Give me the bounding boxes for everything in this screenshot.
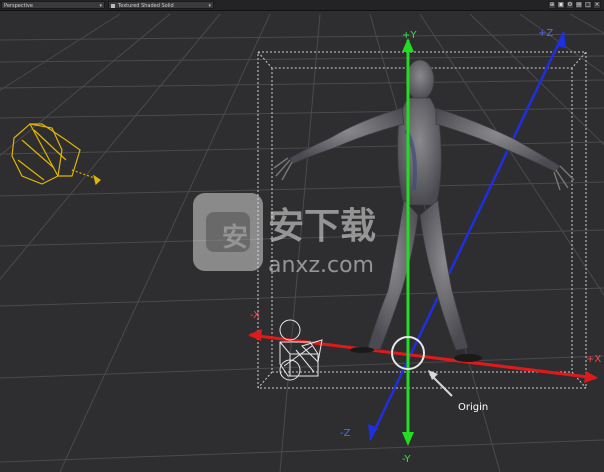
axis-label-neg-x: -X <box>250 310 260 321</box>
expand-icon[interactable]: ▤ <box>575 1 583 9</box>
watermark-logo-glyph: 安 <box>222 223 248 253</box>
scene-canvas[interactable]: 安 安下载 anxz.com +Y -Y +Z -Z +X -X Origin <box>0 10 604 472</box>
x-axis-positive-arrow-icon <box>584 371 598 383</box>
chevron-down-icon: ▾ <box>99 3 102 9</box>
viewport[interactable]: Perspective ▾ Textured Shaded Solid ▾ ⊕ … <box>0 0 604 472</box>
shading-mode-dropdown[interactable]: Textured Shaded Solid ▾ <box>108 1 214 9</box>
shading-swatch-icon <box>111 3 115 8</box>
watermark: 安 安下载 anxz.com <box>193 193 376 278</box>
camera-icon[interactable] <box>279 319 323 381</box>
render-icon[interactable]: ▣ <box>557 1 565 9</box>
viewport-options-icon[interactable]: ⊕ <box>548 1 556 9</box>
axis-label-pos-x: +X <box>586 354 601 365</box>
settings-icon[interactable]: ⚙ <box>566 1 574 9</box>
watermark-name: 安下载 <box>268 206 376 247</box>
axis-label-pos-y: +Y <box>402 30 417 41</box>
axis-label-neg-z: -Z <box>340 428 351 439</box>
x-axis-negative-arrow-icon <box>248 329 262 341</box>
view-mode-dropdown[interactable]: Perspective ▾ <box>1 1 105 9</box>
fullscreen-icon[interactable]: □ <box>584 1 592 9</box>
close-icon[interactable]: × <box>593 1 601 9</box>
axis-label-pos-z: +Z <box>538 28 553 39</box>
origin-marker <box>391 336 453 397</box>
view-mode-label: Perspective <box>4 3 33 9</box>
shading-mode-label: Textured Shaded Solid <box>118 3 174 9</box>
origin-label: Origin <box>458 402 488 413</box>
axis-label-neg-y: -Y <box>402 454 411 465</box>
watermark-site: anxz.com <box>268 253 374 278</box>
chevron-down-icon: ▾ <box>208 3 211 9</box>
y-axis-negative-arrow-icon <box>402 432 414 446</box>
